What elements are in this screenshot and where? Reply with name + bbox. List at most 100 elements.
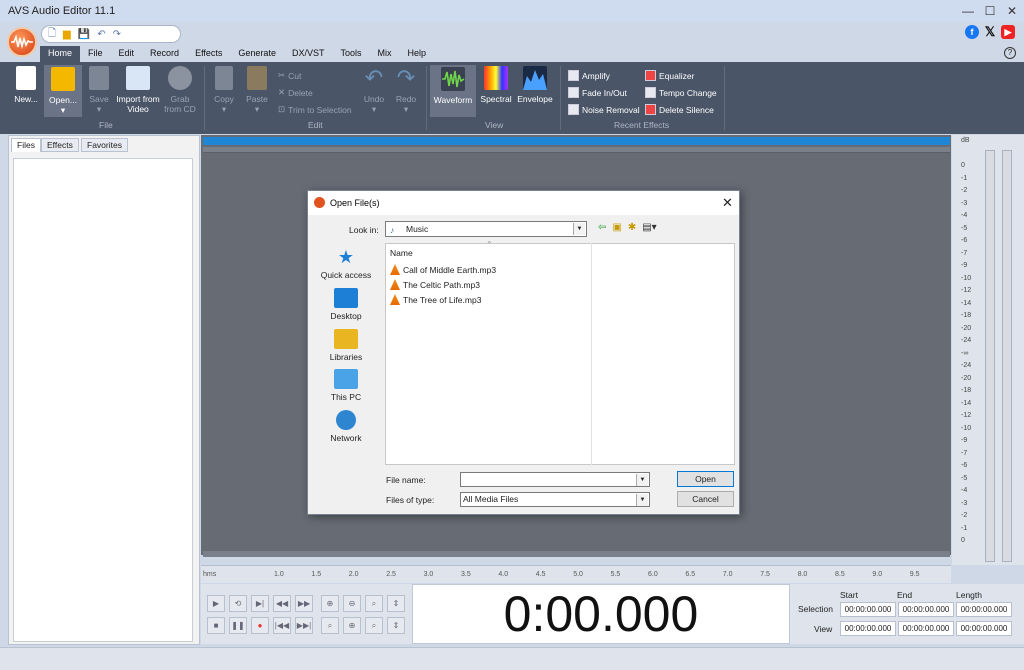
view-end-field[interactable]: 00:00:00.000 bbox=[898, 621, 954, 636]
new-button[interactable]: New... bbox=[10, 66, 42, 104]
zoom-100-button[interactable]: ⌕ bbox=[365, 595, 383, 612]
noise-removal-button[interactable]: Noise Removal bbox=[568, 104, 640, 115]
envelope-view-button[interactable]: Envelope bbox=[516, 66, 554, 104]
tab-files[interactable]: Files bbox=[11, 138, 41, 152]
fast-forward-button[interactable]: ▶▶ bbox=[295, 595, 313, 612]
equalizer-button[interactable]: Equalizer bbox=[645, 70, 694, 81]
play-to-end-button[interactable]: ▶| bbox=[251, 595, 269, 612]
zoom-fit-icon: ⌕ bbox=[371, 621, 377, 630]
fade-in-out-button[interactable]: Fade In/Out bbox=[568, 87, 627, 98]
tempo-change-button[interactable]: Tempo Change bbox=[645, 87, 717, 98]
new-file-icon[interactable]: 🗋 bbox=[48, 26, 56, 43]
play-button[interactable]: ▶ bbox=[207, 595, 225, 612]
menu-home[interactable]: Home bbox=[40, 46, 81, 62]
minimize-button[interactable]: — bbox=[960, 3, 976, 19]
zoom-all-button[interactable]: ⊕ bbox=[343, 617, 361, 634]
selection-start-field[interactable]: 00:00:00.000 bbox=[840, 602, 896, 617]
selection-end-field[interactable]: 00:00:00.000 bbox=[898, 602, 954, 617]
db-tick-label: 0 bbox=[961, 162, 965, 169]
zoom-selection-button[interactable]: ⌕ bbox=[321, 617, 339, 634]
name-column-header[interactable]: Name bbox=[390, 248, 413, 258]
zoom-100-icon: ⌕ bbox=[371, 599, 377, 608]
app-logo-icon[interactable] bbox=[7, 27, 37, 57]
menu-generate[interactable]: Generate bbox=[230, 46, 284, 62]
stop-button[interactable]: ■ bbox=[207, 617, 225, 634]
up-folder-icon[interactable]: ▣ bbox=[612, 222, 621, 236]
menu-record[interactable]: Record bbox=[142, 46, 187, 62]
place-network[interactable]: Network bbox=[315, 410, 377, 443]
facebook-icon[interactable]: f bbox=[965, 25, 979, 39]
view-menu-icon[interactable]: ▤▾ bbox=[642, 222, 656, 236]
waveform-view-button[interactable]: Waveform bbox=[430, 65, 476, 117]
db-tick-label: -12 bbox=[961, 412, 972, 419]
zoom-out-button[interactable]: ⊖ bbox=[343, 595, 361, 612]
x-icon[interactable]: 𝕏 bbox=[983, 25, 997, 39]
open-button[interactable]: Open bbox=[677, 471, 734, 487]
overview-bar[interactable] bbox=[203, 137, 950, 145]
cut-button[interactable]: ✂ Cut bbox=[278, 70, 301, 81]
maximize-button[interactable]: ☐ bbox=[982, 3, 998, 19]
loop-button[interactable]: ⟲ bbox=[229, 595, 247, 612]
amplify-button[interactable]: Amplify bbox=[568, 70, 610, 81]
file-item[interactable]: The Celtic Path.mp3 bbox=[390, 279, 480, 290]
copy-button[interactable]: Copy ▾ bbox=[210, 66, 238, 114]
record-button[interactable]: ● bbox=[251, 617, 269, 634]
youtube-icon[interactable]: ▶ bbox=[1001, 25, 1015, 39]
rewind-button[interactable]: ◀◀ bbox=[273, 595, 291, 612]
look-in-select[interactable]: ♪ Music ▼ bbox=[385, 221, 587, 237]
file-list[interactable] bbox=[385, 243, 735, 465]
paste-button[interactable]: Paste ▾ bbox=[242, 66, 272, 114]
delete-button[interactable]: ✕ Delete bbox=[278, 87, 313, 98]
zoom-fit-button[interactable]: ⌕ bbox=[365, 617, 383, 634]
menu-help[interactable]: Help bbox=[399, 46, 434, 62]
tab-effects[interactable]: Effects bbox=[41, 138, 79, 152]
time-ruler[interactable]: hms 1.0 1.5 2.0 2.5 3.0 3.5 4.0 4.5 5.0 5.5 6.0 6.5… bbox=[201, 565, 951, 583]
place-desktop[interactable]: Desktop bbox=[315, 288, 377, 321]
view-start-field[interactable]: 00:00:00.000 bbox=[840, 621, 896, 636]
go-to-end-button[interactable]: ▶▶| bbox=[295, 617, 313, 634]
new-folder-icon[interactable]: ✱ bbox=[628, 222, 636, 236]
zoom-vertical-button[interactable]: ⇕ bbox=[387, 595, 405, 612]
undo-icon[interactable]: ↶ bbox=[97, 29, 105, 40]
save-button[interactable]: Save ▾ bbox=[84, 66, 114, 114]
trim-to-selection-button[interactable]: ⊡ Trim to Selection bbox=[278, 104, 352, 115]
redo-button[interactable]: ↷ Redo ▾ bbox=[392, 66, 420, 115]
open-button[interactable]: Open... ▾ bbox=[44, 65, 82, 117]
app-title: AVS Audio Editor 11.1 bbox=[8, 5, 116, 17]
zoom-vertical-out-button[interactable]: ⇕ bbox=[387, 617, 405, 634]
place-this-pc[interactable]: This PC bbox=[315, 369, 377, 402]
undo-button[interactable]: ↶ Undo ▾ bbox=[360, 66, 388, 115]
open-folder-icon[interactable]: ▆ bbox=[63, 29, 71, 40]
tab-favorites[interactable]: Favorites bbox=[81, 138, 128, 152]
redo-icon[interactable]: ↷ bbox=[113, 29, 121, 40]
waveform-bottom-scrollbar[interactable] bbox=[203, 551, 950, 557]
menu-dxvst[interactable]: DX/VST bbox=[284, 46, 333, 62]
menu-tools[interactable]: Tools bbox=[332, 46, 369, 62]
files-list[interactable] bbox=[13, 158, 193, 642]
files-of-type-select[interactable]: All Media Files ▼ bbox=[460, 492, 650, 507]
menu-edit[interactable]: Edit bbox=[111, 46, 143, 62]
file-name-input[interactable]: ▼ bbox=[460, 472, 650, 487]
place-libraries[interactable]: Libraries bbox=[315, 329, 377, 362]
spectral-view-button[interactable]: Spectral bbox=[479, 66, 513, 104]
file-item[interactable]: Call of Middle Earth.mp3 bbox=[390, 264, 496, 275]
view-length-field[interactable]: 00:00:00.000 bbox=[956, 621, 1012, 636]
back-arrow-icon[interactable]: ⇦ bbox=[598, 222, 606, 236]
go-to-start-button[interactable]: |◀◀ bbox=[273, 617, 291, 634]
pause-button[interactable]: ❚❚ bbox=[229, 617, 247, 634]
menu-mix[interactable]: Mix bbox=[369, 46, 399, 62]
menu-effects[interactable]: Effects bbox=[187, 46, 230, 62]
delete-silence-button[interactable]: Delete Silence bbox=[645, 104, 714, 115]
zoom-in-button[interactable]: ⊕ bbox=[321, 595, 339, 612]
close-button[interactable]: ✕ bbox=[1004, 3, 1020, 19]
place-quick-access[interactable]: ★ Quick access bbox=[315, 247, 377, 280]
file-item[interactable]: The Tree of Life.mp3 bbox=[390, 294, 481, 305]
save-icon[interactable]: 💾 bbox=[78, 29, 90, 40]
waveform-top-scrollbar[interactable] bbox=[203, 147, 950, 153]
cancel-button[interactable]: Cancel bbox=[677, 491, 734, 507]
menu-file[interactable]: File bbox=[80, 46, 111, 62]
grab-from-cd-button[interactable]: Grab from CD bbox=[162, 66, 198, 114]
selection-length-field[interactable]: 00:00:00.000 bbox=[956, 602, 1012, 617]
dialog-close-button[interactable]: ✕ bbox=[722, 195, 733, 211]
import-from-video-button[interactable]: Import from Video bbox=[114, 66, 162, 114]
